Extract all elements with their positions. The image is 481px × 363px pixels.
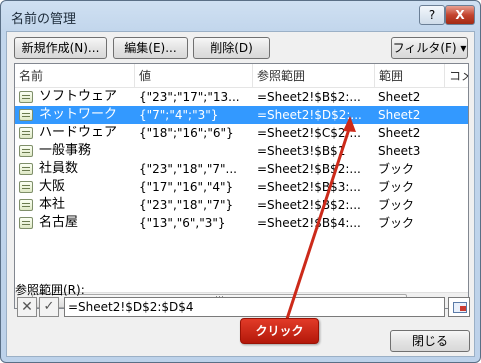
table-row[interactable]: 本社 {"23","18","7"} =Sheet2!$B$2:... ブック xyxy=(15,196,468,214)
row-value: {"7";"4";"3"} xyxy=(139,108,219,122)
column-header-scope[interactable]: 範囲 xyxy=(375,64,445,88)
row-refers-to: =Sheet2!$B$3:... xyxy=(257,180,361,194)
table-row[interactable]: ネットワーク {"7";"4";"3"} =Sheet2!$D$2:... Sheet… xyxy=(15,106,468,124)
window-title: 名前の管理 xyxy=(11,12,77,27)
help-button[interactable]: ? xyxy=(419,5,445,25)
row-value xyxy=(139,142,257,160)
new-button[interactable]: 新規作成(N)... xyxy=(14,37,107,59)
row-scope: ブック xyxy=(378,216,415,230)
column-header-name[interactable]: 名前 xyxy=(15,64,135,88)
row-scope: Sheet3 xyxy=(378,144,421,158)
list-header: 名前 値 参照範囲 範囲 コメ xyxy=(15,64,468,88)
row-value: {"23";"17";"13... xyxy=(139,90,240,104)
row-scope: Sheet2 xyxy=(378,108,421,122)
row-refers-to: =Sheet2!$C$2:... xyxy=(257,126,361,140)
name-manager-window: 名前の管理 ? X 新規作成(N)... 編集(E)... 削除(D) フィルタ… xyxy=(0,0,481,363)
refers-to-label: 参照範囲(R): xyxy=(15,283,85,297)
table-row[interactable]: 名古屋 {"13","6","3"} =Sheet2!$B$4:... ブック xyxy=(15,214,468,232)
table-row[interactable]: ソフトウェア {"23";"17";"13... =Sheet2!$B$2:... S… xyxy=(15,88,468,106)
row-name: 本社 xyxy=(39,197,66,212)
collapse-dialog-icon[interactable] xyxy=(448,297,470,317)
row-name: 一般事務 xyxy=(39,143,92,158)
row-name: 名古屋 xyxy=(39,215,79,230)
row-value: {"17","16","4"} xyxy=(139,180,234,194)
refers-to-input[interactable] xyxy=(64,297,445,317)
title-bar[interactable]: 名前の管理 ? X xyxy=(1,1,480,31)
column-header-refers-to[interactable]: 参照範囲 xyxy=(253,64,375,88)
table-row[interactable]: 大阪 {"17","16","4"} =Sheet2!$B$3:... ブック xyxy=(15,178,468,196)
row-name: ハードウェア xyxy=(39,125,118,140)
row-refers-to: =Sheet2!$B$4:... xyxy=(257,216,361,230)
close-button[interactable]: 閉じる xyxy=(390,330,470,352)
row-scope: ブック xyxy=(378,180,415,194)
row-scope: ブック xyxy=(378,162,415,176)
delete-button[interactable]: 削除(D) xyxy=(193,37,270,59)
close-window-button[interactable]: X xyxy=(445,5,475,25)
filter-button[interactable]: フィルタ(F) ▾ xyxy=(391,37,468,59)
column-header-value[interactable]: 値 xyxy=(135,64,253,88)
cancel-edit-icon[interactable]: ✕ xyxy=(17,297,37,317)
row-name: ネットワーク xyxy=(39,107,118,122)
dialog-client-area: 新規作成(N)... 編集(E)... 削除(D) フィルタ(F) ▾ 名前 値… xyxy=(6,31,475,357)
table-row[interactable]: ハードウェア {"18";"16";"6"} =Sheet2!$C$2:... She… xyxy=(15,124,468,142)
row-refers-to: =Sheet2!$B$2:... xyxy=(257,90,361,104)
row-refers-to: =Sheet2!$B$2:... xyxy=(257,198,361,212)
row-value: {"23","18","7"} xyxy=(139,198,234,212)
column-header-comment[interactable]: コメ xyxy=(445,64,468,88)
row-scope: ブック xyxy=(378,198,415,212)
click-callout: クリック xyxy=(240,318,319,344)
names-list[interactable]: 名前 値 参照範囲 範囲 コメ ソフトウェア {"23";"17";"13... =… xyxy=(14,63,469,309)
row-scope: Sheet2 xyxy=(378,126,421,140)
confirm-edit-icon[interactable]: ✓ xyxy=(39,297,59,317)
row-refers-to: =Sheet2!$D$2:... xyxy=(257,108,362,122)
row-refers-to: =Sheet2!$B$2:... xyxy=(257,162,361,176)
table-row[interactable]: 一般事務 =Sheet3!$B$1 Sheet3 xyxy=(15,142,468,160)
row-name: 大阪 xyxy=(39,179,66,194)
row-refers-to: =Sheet3!$B$1 xyxy=(257,144,346,158)
row-name: ソフトウェア xyxy=(39,89,118,104)
row-scope: Sheet2 xyxy=(378,90,421,104)
row-value: {"13","6","3"} xyxy=(139,216,226,230)
table-row[interactable]: 社員数 {"23","18","7"... =Sheet2!$B$2:... ブック xyxy=(15,160,468,178)
row-value: {"18";"16";"6"} xyxy=(139,126,234,140)
row-name: 社員数 xyxy=(39,161,79,176)
edit-button[interactable]: 編集(E)... xyxy=(113,37,188,59)
row-value: {"23","18","7"... xyxy=(139,162,237,176)
